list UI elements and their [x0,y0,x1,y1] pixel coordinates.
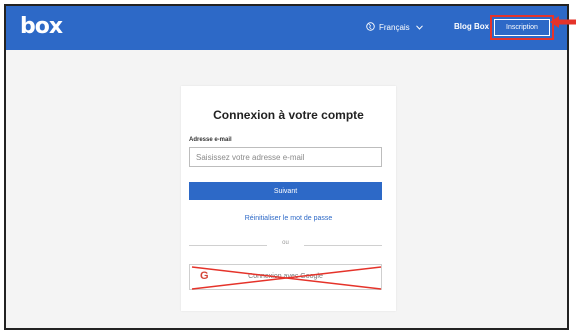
box-logo[interactable]: box [20,14,63,39]
arrow-left-icon [550,16,576,28]
login-card: Connexion à votre compte Adresse e-mail … [181,86,396,311]
login-title: Connexion à votre compte [213,108,364,122]
blog-link[interactable]: Blog Box [454,22,489,31]
or-divider: ou [189,240,382,250]
google-login-button[interactable]: G Connexion avec Google [189,264,382,290]
language-selector[interactable]: Français [366,22,423,33]
language-label: Français [379,23,410,32]
email-label: Adresse e-mail [189,137,232,143]
next-button[interactable]: Suivant [189,182,382,200]
email-field[interactable] [189,147,382,167]
browser-frame: box Français Blog Box Inscription Connex… [4,4,569,330]
chevron-down-icon [415,23,423,32]
divider-line-right [304,245,382,246]
cross-out-icon [191,266,382,290]
top-navigation-bar: box Français Blog Box [6,6,567,50]
signup-button[interactable]: Inscription [494,19,550,36]
reset-password-link[interactable]: Réinitialiser le mot de passe [181,215,396,222]
globe-icon [366,22,375,33]
